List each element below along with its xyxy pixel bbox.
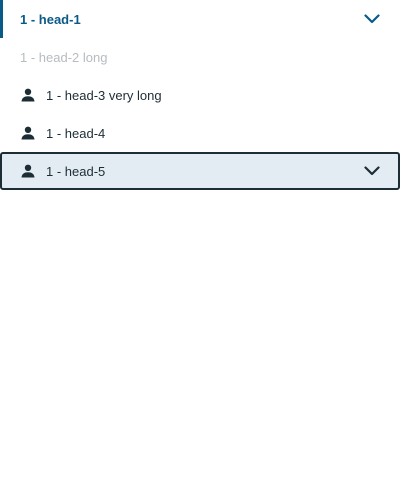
nav-item-head-3[interactable]: 1 - head-3 very long: [0, 76, 400, 114]
chevron-down-icon[interactable]: [362, 12, 382, 26]
navigation-tree: 1 - head-1 1 - head-2 long 1 - head-3 ve…: [0, 0, 400, 190]
nav-item-head-5[interactable]: 1 - head-5: [0, 152, 400, 190]
nav-item-head-1[interactable]: 1 - head-1: [0, 0, 400, 38]
nav-item-label: 1 - head-2 long: [20, 49, 108, 65]
nav-item-head-2: 1 - head-2 long: [0, 38, 400, 76]
nav-item-label: 1 - head-5: [46, 163, 106, 179]
nav-item-label: 1 - head-1: [20, 11, 81, 27]
person-icon: [20, 163, 36, 179]
person-icon: [20, 87, 36, 103]
nav-item-label: 1 - head-3 very long: [46, 87, 162, 103]
nav-item-label: 1 - head-4: [46, 125, 106, 141]
chevron-down-icon[interactable]: [362, 164, 382, 178]
nav-item-head-4[interactable]: 1 - head-4: [0, 114, 400, 152]
person-icon: [20, 125, 36, 141]
